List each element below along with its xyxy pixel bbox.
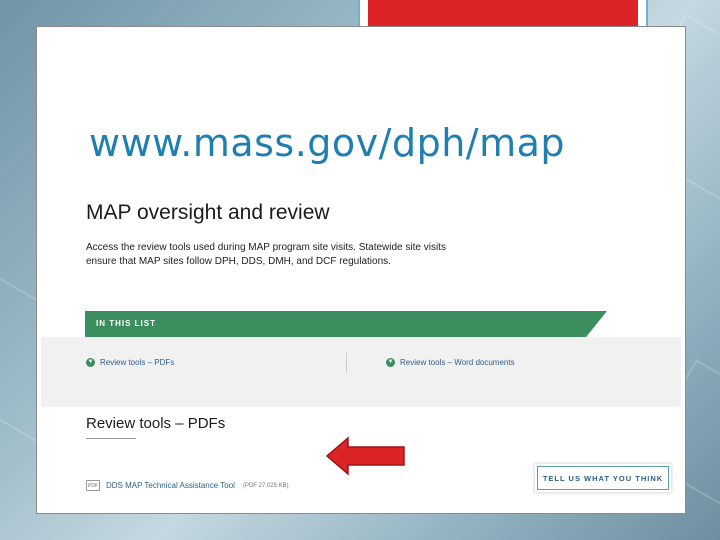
page-description: Access the review tools used during MAP … <box>86 242 446 267</box>
red-arrow-left-icon <box>326 436 405 476</box>
file-download-row: PDF DDS MAP Technical Assistance Tool (P… <box>86 480 289 491</box>
file-size: (PDF 27.025 KB) <box>242 482 289 489</box>
section-heading: Review tools – PDFs <box>86 415 226 432</box>
toc-link-word-documents[interactable]: ▼ Review tools – Word documents <box>386 358 515 367</box>
toc-link-label: Review tools – PDFs <box>100 358 175 367</box>
in-this-list-label: IN THIS LIST <box>96 319 156 328</box>
toc-link-pdfs[interactable]: ▼ Review tools – PDFs <box>86 358 174 367</box>
page-title: MAP oversight and review <box>86 201 330 224</box>
in-this-list-band: IN THIS LIST <box>85 311 607 337</box>
table-of-contents: ▼ Review tools – PDFs ▼ Review tools – W… <box>41 337 681 407</box>
feedback-button[interactable]: TELL US WHAT YOU THINK <box>537 466 669 490</box>
chevron-down-icon: ▼ <box>86 358 95 367</box>
divider <box>346 353 347 373</box>
chevron-down-icon: ▼ <box>386 358 395 367</box>
pdf-file-icon: PDF <box>86 480 100 491</box>
toc-link-label: Review tools – Word documents <box>400 358 515 367</box>
slide-title: www.mass.gov/dph/map <box>89 121 566 165</box>
file-download-link[interactable]: DDS MAP Technical Assistance Tool <box>106 481 235 490</box>
section-underline <box>86 438 136 439</box>
